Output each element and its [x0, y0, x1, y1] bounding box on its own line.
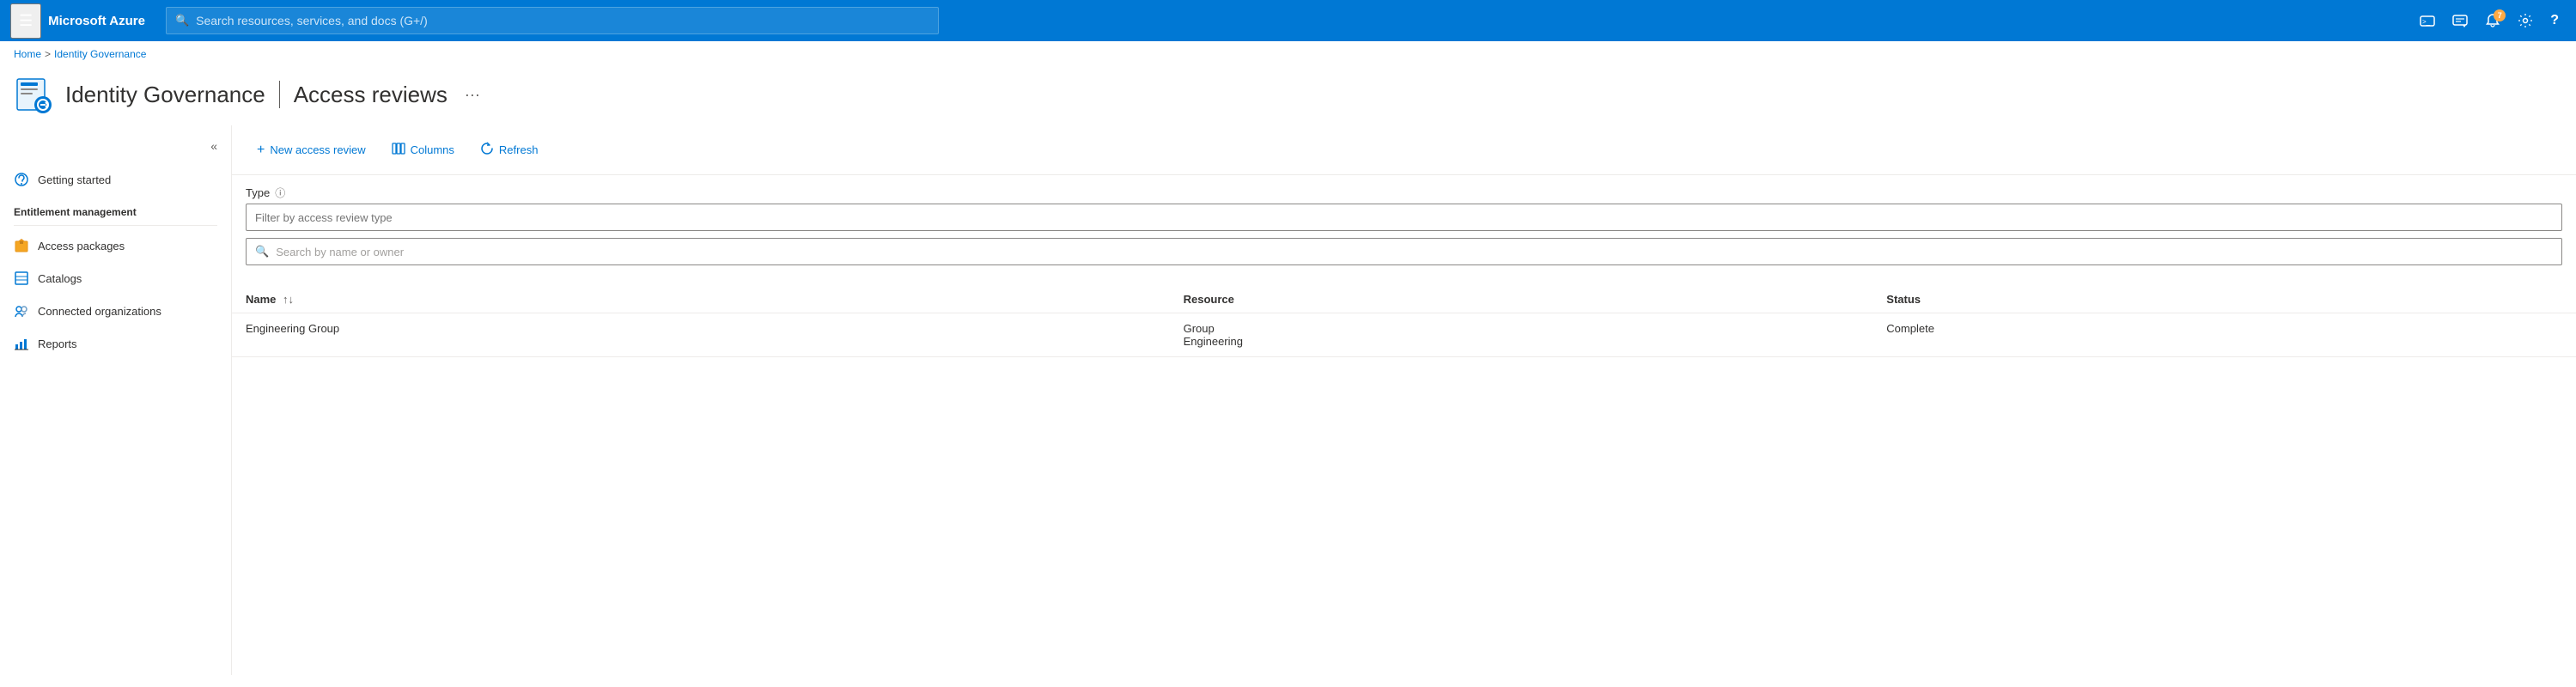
- sidebar-item-getting-started-label: Getting started: [38, 173, 111, 186]
- refresh-label: Refresh: [499, 143, 539, 156]
- breadcrumb-home-link[interactable]: Home: [14, 48, 41, 60]
- table-cell-status: Complete: [1873, 313, 2576, 357]
- new-access-review-label: New access review: [270, 143, 365, 156]
- sidebar-item-connected-organizations-label: Connected organizations: [38, 305, 161, 318]
- cloud-shell-icon: >_: [2420, 13, 2435, 28]
- content-area: + New access review Columns: [232, 125, 2576, 675]
- column-header-status: Status: [1873, 286, 2576, 313]
- header-divider: [279, 81, 280, 108]
- access-reviews-table: Name ↑↓ Resource Status Engineering Grou…: [232, 286, 2576, 357]
- page-subtitle: Access reviews: [294, 82, 448, 108]
- top-nav-icons: >_ 7 ?: [2413, 8, 2566, 33]
- main-layout: « Getting started Entitlement management…: [0, 125, 2576, 675]
- global-search-bar[interactable]: 🔍: [166, 7, 939, 34]
- columns-button[interactable]: Columns: [381, 136, 466, 164]
- table-header-row: Name ↑↓ Resource Status: [232, 286, 2576, 313]
- more-options-button[interactable]: ···: [458, 82, 487, 107]
- toolbar: + New access review Columns: [232, 125, 2576, 175]
- sidebar-item-catalogs-label: Catalogs: [38, 272, 82, 285]
- refresh-icon: [480, 142, 494, 158]
- connected-organizations-icon: [14, 303, 29, 319]
- type-filter-input[interactable]: [246, 204, 2562, 231]
- azure-logo: Microsoft Azure: [48, 14, 145, 28]
- breadcrumb: Home > Identity Governance: [0, 41, 2576, 67]
- svg-text:>_: >_: [2422, 18, 2431, 26]
- plus-icon: +: [257, 143, 265, 158]
- top-navigation: ☰ Microsoft Azure 🔍 >_ 7: [0, 0, 2576, 41]
- global-search-input[interactable]: [196, 14, 929, 27]
- column-header-name[interactable]: Name ↑↓: [232, 286, 1170, 313]
- breadcrumb-separator: >: [45, 48, 51, 60]
- columns-icon: [392, 142, 405, 158]
- type-filter-row: Type ⓘ: [246, 185, 2562, 231]
- help-button[interactable]: ?: [2543, 8, 2566, 33]
- settings-button[interactable]: [2511, 8, 2540, 33]
- sidebar: « Getting started Entitlement management…: [0, 125, 232, 675]
- search-row: 🔍: [246, 238, 2562, 265]
- feedback-button[interactable]: [2445, 8, 2475, 33]
- search-input[interactable]: [276, 246, 2553, 258]
- sidebar-item-catalogs[interactable]: Catalogs: [0, 262, 231, 295]
- reports-icon: [14, 336, 29, 351]
- page-title: Identity Governance Access reviews ···: [65, 81, 487, 108]
- catalogs-icon: [14, 271, 29, 286]
- sidebar-item-connected-organizations[interactable]: Connected organizations: [0, 295, 231, 327]
- hamburger-menu-button[interactable]: ☰: [10, 3, 41, 39]
- sidebar-collapse-button[interactable]: «: [0, 132, 231, 163]
- sidebar-divider: [14, 225, 217, 226]
- access-packages-icon: [14, 238, 29, 253]
- settings-icon: [2518, 13, 2533, 28]
- search-icon: 🔍: [175, 14, 189, 27]
- page-header-icon: [14, 74, 55, 115]
- table-cell-resource: Group Engineering: [1170, 313, 1873, 357]
- collapse-icon[interactable]: «: [207, 136, 221, 156]
- entitlement-management-section-label: Entitlement management: [0, 196, 231, 222]
- getting-started-icon: [14, 172, 29, 187]
- sidebar-item-access-packages[interactable]: Access packages: [0, 229, 231, 262]
- new-access-review-button[interactable]: + New access review: [246, 137, 377, 164]
- refresh-button[interactable]: Refresh: [469, 136, 550, 164]
- notification-count-badge: 7: [2494, 9, 2506, 21]
- help-icon: ?: [2550, 13, 2559, 28]
- identity-governance-icon: [15, 76, 53, 113]
- cloud-shell-button[interactable]: >_: [2413, 8, 2442, 33]
- sort-icon-name: ↑↓: [283, 293, 294, 306]
- page-header: Identity Governance Access reviews ···: [0, 67, 2576, 125]
- breadcrumb-current[interactable]: Identity Governance: [54, 48, 146, 60]
- sidebar-item-reports-label: Reports: [38, 337, 77, 350]
- type-info-icon: ⓘ: [275, 185, 285, 200]
- sidebar-item-access-packages-label: Access packages: [38, 240, 125, 252]
- table-row[interactable]: Engineering Group Group Engineering Comp…: [232, 313, 2576, 357]
- sidebar-item-reports[interactable]: Reports: [0, 327, 231, 360]
- table-cell-name: Engineering Group: [232, 313, 1170, 357]
- column-header-resource: Resource: [1170, 286, 1873, 313]
- search-icon: 🔍: [255, 245, 269, 258]
- columns-label: Columns: [411, 143, 454, 156]
- feedback-icon: [2452, 13, 2468, 28]
- filters-section: Type ⓘ 🔍: [232, 175, 2576, 286]
- type-filter-label: Type ⓘ: [246, 185, 2562, 200]
- notifications-button[interactable]: 7: [2478, 8, 2507, 33]
- sidebar-item-getting-started[interactable]: Getting started: [0, 163, 231, 196]
